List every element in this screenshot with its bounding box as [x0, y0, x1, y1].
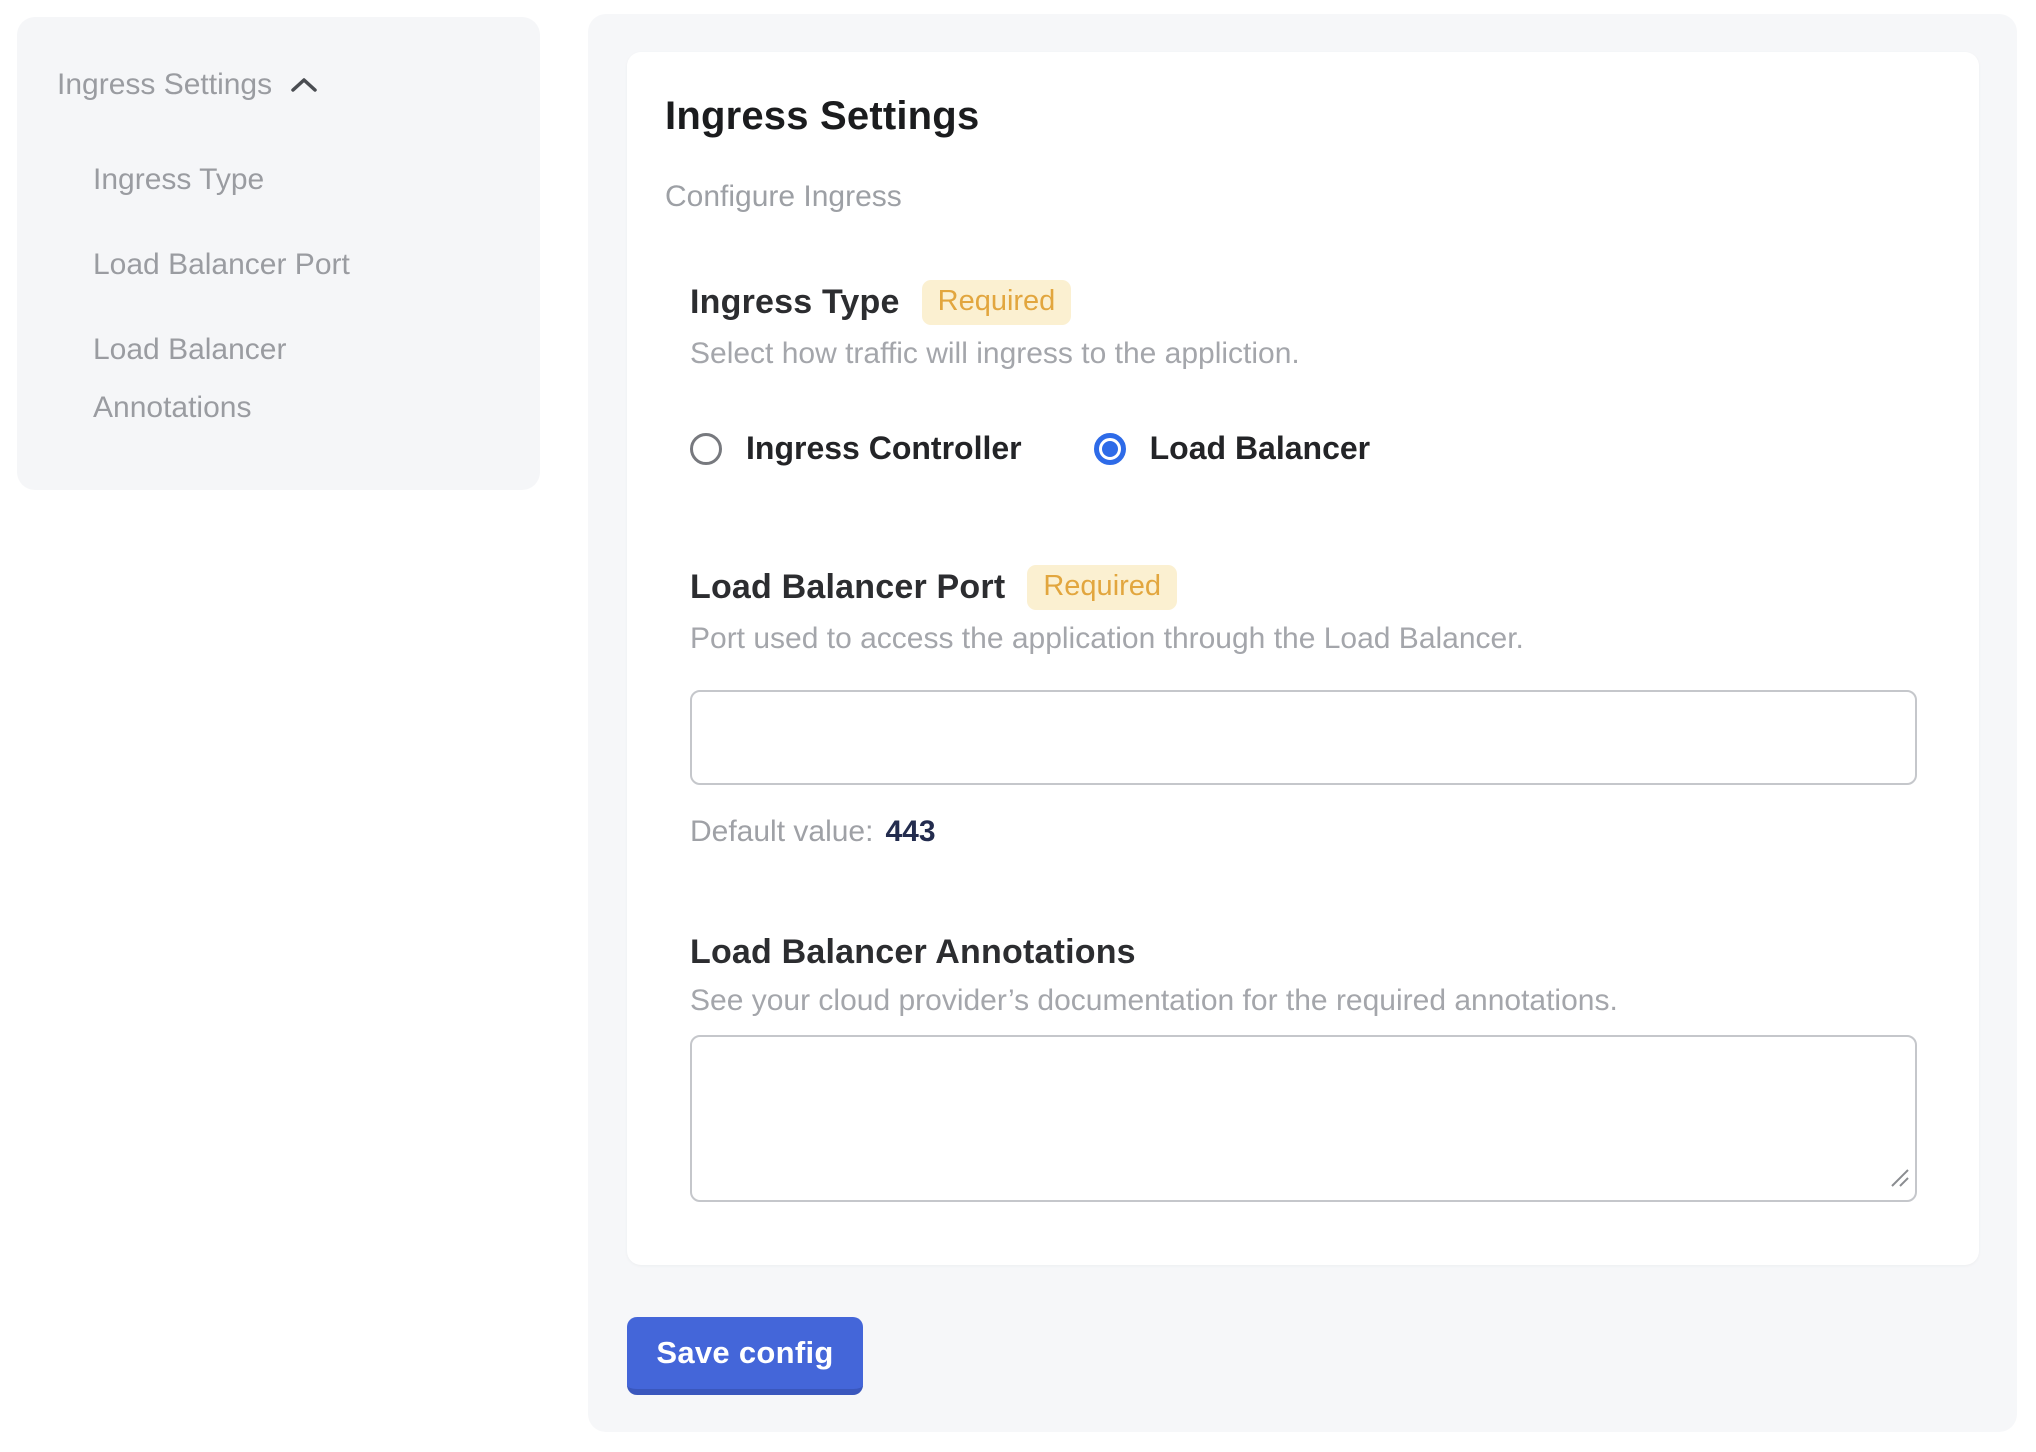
- sidebar-nav-items: Ingress Type Load Balancer Port Load Bal…: [93, 151, 413, 437]
- load-balancer-port-input[interactable]: [690, 690, 1917, 785]
- radio-load-balancer-label: Load Balancer: [1150, 430, 1371, 467]
- load-balancer-port-label: Load Balancer Port: [690, 568, 1005, 607]
- ingress-type-radio-group: Ingress Controller Load Balancer: [690, 430, 1370, 467]
- save-config-button[interactable]: Save config: [627, 1317, 863, 1395]
- sidebar-section-label: Ingress Settings: [57, 68, 272, 102]
- resize-handle-icon[interactable]: [1888, 1166, 1910, 1193]
- settings-card: Ingress Settings Configure Ingress Ingre…: [627, 52, 1979, 1265]
- radio-ingress-controller[interactable]: Ingress Controller: [690, 430, 1022, 467]
- radio-load-balancer[interactable]: Load Balancer: [1094, 430, 1371, 467]
- field-load-balancer-annotations: Load Balancer Annotations See your cloud…: [690, 933, 1618, 1018]
- load-balancer-port-description: Port used to access the application thro…: [690, 622, 1524, 656]
- sidebar-item-load-balancer-annotations[interactable]: Load Balancer Annotations: [93, 321, 413, 437]
- field-load-balancer-port: Load Balancer Port Required Port used to…: [690, 565, 1524, 656]
- radio-selected-icon[interactable]: [1094, 433, 1126, 465]
- default-value-row: Default value: 443: [690, 815, 936, 849]
- default-value-label: Default value:: [690, 815, 873, 849]
- radio-ingress-controller-label: Ingress Controller: [746, 430, 1022, 467]
- default-value: 443: [885, 815, 935, 849]
- load-balancer-annotations-field: [690, 1035, 1917, 1202]
- page-title: Ingress Settings: [665, 94, 979, 139]
- ingress-type-label: Ingress Type: [690, 283, 900, 322]
- main-panel: Ingress Settings Configure Ingress Ingre…: [588, 14, 2017, 1432]
- load-balancer-annotations-label: Load Balancer Annotations: [690, 933, 1136, 972]
- load-balancer-annotations-description: See your cloud provider’s documentation …: [690, 984, 1618, 1018]
- required-badge: Required: [922, 280, 1072, 325]
- sidebar-item-load-balancer-port[interactable]: Load Balancer Port: [93, 236, 413, 294]
- sidebar-item-ingress-type[interactable]: Ingress Type: [93, 151, 413, 209]
- ingress-type-description: Select how traffic will ingress to the a…: [690, 337, 1300, 371]
- chevron-up-icon[interactable]: [288, 75, 320, 95]
- page-subtitle: Configure Ingress: [665, 180, 902, 214]
- required-badge: Required: [1027, 565, 1177, 610]
- sidebar: Ingress Settings Ingress Type Load Balan…: [17, 17, 540, 490]
- radio-unselected-icon[interactable]: [690, 433, 722, 465]
- sidebar-section-ingress-settings[interactable]: Ingress Settings: [57, 65, 540, 105]
- load-balancer-annotations-textarea[interactable]: [690, 1035, 1917, 1202]
- field-ingress-type: Ingress Type Required Select how traffic…: [690, 280, 1300, 371]
